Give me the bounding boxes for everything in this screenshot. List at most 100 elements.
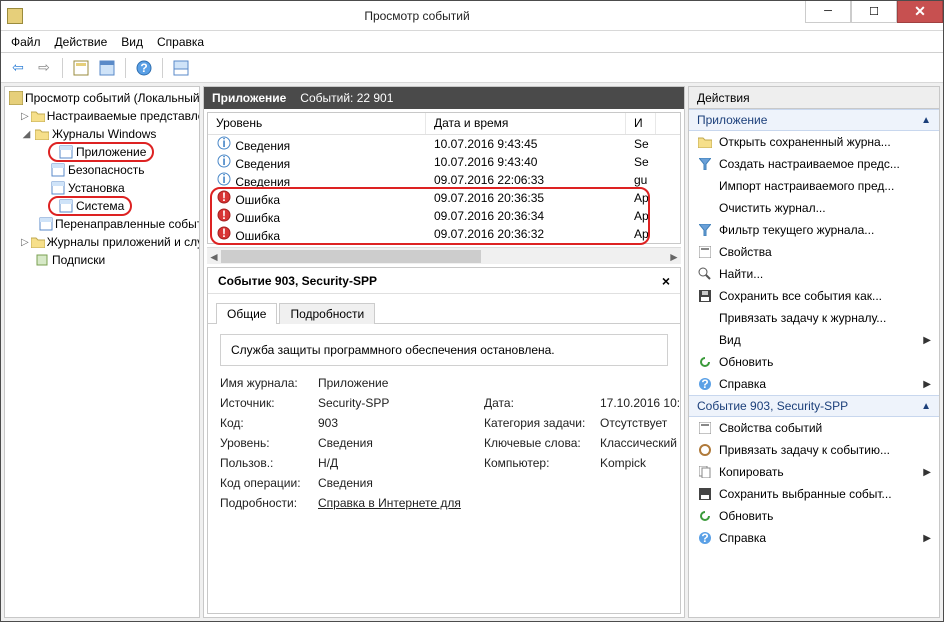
- table-row[interactable]: i Сведения10.07.2016 9:43:40Se: [208, 153, 680, 171]
- action-event-attach[interactable]: Привязать задачу к событию...: [689, 439, 939, 461]
- action-copy[interactable]: Копировать▶: [689, 461, 939, 483]
- svg-text:!: !: [222, 226, 226, 240]
- action-refresh[interactable]: Обновить: [689, 351, 939, 373]
- forward-button[interactable]: ⇨: [33, 57, 55, 79]
- action-filter[interactable]: Фильтр текущего журнала...: [689, 219, 939, 241]
- tree-setup[interactable]: Установка: [5, 179, 199, 197]
- collapse-icon[interactable]: ◢: [21, 129, 32, 140]
- folder-open-icon: [697, 134, 713, 150]
- events-section: Приложение: [212, 91, 286, 105]
- events-list[interactable]: Уровень Дата и время И i Сведения10.07.2…: [207, 112, 681, 244]
- v-source: Security-SPP: [318, 396, 478, 410]
- menu-view[interactable]: Вид: [121, 35, 143, 49]
- action-properties[interactable]: Свойства: [689, 241, 939, 263]
- actions-header: Действия: [689, 87, 939, 109]
- help-button[interactable]: ?: [133, 57, 155, 79]
- tree-forwarded[interactable]: Перенаправленные события: [5, 215, 199, 233]
- horizontal-scrollbar[interactable]: ◄ ►: [207, 247, 681, 264]
- folder-icon: [31, 234, 45, 250]
- separator: [125, 58, 126, 78]
- tab-general[interactable]: Общие: [216, 303, 277, 324]
- blank-icon: [697, 332, 713, 348]
- cell-level: Ошибка: [235, 229, 280, 243]
- action-import[interactable]: Импорт настраиваемого пред...: [689, 175, 939, 197]
- separator: [162, 58, 163, 78]
- tree-label: Установка: [68, 181, 125, 195]
- action-help[interactable]: ?Справка▶: [689, 373, 939, 395]
- actions-section-app[interactable]: Приложение▲: [689, 109, 939, 131]
- show-tree-button[interactable]: [70, 57, 92, 79]
- window-buttons: ─ ☐ ✕: [805, 1, 943, 23]
- window-title: Просмотр событий: [29, 9, 805, 23]
- minimize-button[interactable]: ─: [805, 1, 851, 23]
- cell-date: 09.07.2016 22:06:33: [426, 173, 626, 187]
- table-row[interactable]: i Сведения09.07.2016 22:06:33gu: [208, 171, 680, 189]
- action-event-props[interactable]: Свойства событий: [689, 417, 939, 439]
- help-link[interactable]: Справка в Интернете для: [318, 496, 680, 510]
- action-find[interactable]: Найти...: [689, 263, 939, 285]
- tree-windows-logs[interactable]: ◢ Журналы Windows: [5, 125, 199, 143]
- table-row[interactable]: ! Ошибка09.07.2016 20:36:34Ap: [208, 207, 680, 225]
- highlight-ring: Система: [48, 196, 132, 216]
- scroll-right-icon[interactable]: ►: [667, 248, 681, 265]
- close-button[interactable]: ✕: [897, 1, 943, 23]
- col-level[interactable]: Уровень: [208, 113, 426, 134]
- funnel-icon: [697, 156, 713, 172]
- tree-system[interactable]: Система: [5, 197, 199, 215]
- v-code: 903: [318, 416, 478, 430]
- events-pane: Приложение Событий: 22 901 Уровень Дата …: [203, 86, 685, 618]
- k-source: Источник:: [220, 396, 312, 410]
- action-help2[interactable]: ?Справка▶: [689, 527, 939, 549]
- k-code: Код:: [220, 416, 312, 430]
- menu-help[interactable]: Справка: [157, 35, 204, 49]
- tab-details[interactable]: Подробности: [279, 303, 375, 324]
- col-source[interactable]: И: [626, 113, 656, 134]
- table-row[interactable]: ! Ошибка09.07.2016 20:36:35Ap: [208, 189, 680, 207]
- back-button[interactable]: ⇦: [7, 57, 29, 79]
- svg-text:?: ?: [140, 61, 147, 75]
- preview-button[interactable]: [170, 57, 192, 79]
- actions-section-event[interactable]: Событие 903, Security-SPP▲: [689, 395, 939, 417]
- tree-subscriptions[interactable]: Подписки: [5, 251, 199, 269]
- scroll-thumb[interactable]: [221, 250, 481, 263]
- scroll-left-icon[interactable]: ◄: [207, 248, 221, 265]
- list-body: i Сведения10.07.2016 9:43:45Sei Сведения…: [208, 135, 680, 243]
- titlebar: Просмотр событий ─ ☐ ✕: [1, 1, 943, 31]
- action-create-view[interactable]: Создать настраиваемое предс...: [689, 153, 939, 175]
- action-clear[interactable]: Очистить журнал...: [689, 197, 939, 219]
- tree-root[interactable]: Просмотр событий (Локальный: [5, 89, 199, 107]
- chevron-up-icon: ▲: [921, 401, 931, 412]
- action-save-selected[interactable]: Сохранить выбранные событ...: [689, 483, 939, 505]
- info-icon: i: [216, 153, 232, 169]
- tree[interactable]: Просмотр событий (Локальный ▷Настраиваем…: [5, 87, 199, 617]
- action-view[interactable]: Вид▶: [689, 329, 939, 351]
- action-refresh2[interactable]: Обновить: [689, 505, 939, 527]
- funnel-icon: [697, 222, 713, 238]
- action-save-all[interactable]: Сохранить все события как...: [689, 285, 939, 307]
- tree-application[interactable]: Приложение: [5, 143, 199, 161]
- menu-file[interactable]: Файл: [11, 35, 41, 49]
- tree-custom-views[interactable]: ▷Настраиваемые представления: [5, 107, 199, 125]
- tree-security[interactable]: Безопасность: [5, 161, 199, 179]
- tree-app-services-logs[interactable]: ▷Журналы приложений и служб: [5, 233, 199, 251]
- table-row[interactable]: ! Ошибка09.07.2016 20:36:32Ap: [208, 225, 680, 243]
- action-open[interactable]: Открыть сохраненный журна...: [689, 131, 939, 153]
- action-attach-task[interactable]: Привязать задачу к журналу...: [689, 307, 939, 329]
- log-icon: [58, 198, 74, 214]
- blank-icon: [697, 200, 713, 216]
- k-log: Имя журнала:: [220, 376, 312, 390]
- detail-grid: Имя журнала:Приложение Источник:Security…: [220, 376, 668, 510]
- chevron-up-icon: ▲: [921, 115, 931, 126]
- cell-level: Сведения: [235, 175, 290, 189]
- expand-icon[interactable]: ▷: [21, 111, 29, 122]
- maximize-button[interactable]: ☐: [851, 1, 897, 23]
- close-icon[interactable]: ×: [662, 273, 670, 289]
- props-button[interactable]: [96, 57, 118, 79]
- k-date: Дата:: [484, 396, 594, 410]
- log-icon: [50, 162, 66, 178]
- menu-action[interactable]: Действие: [55, 35, 108, 49]
- col-date[interactable]: Дата и время: [426, 113, 626, 134]
- expand-icon[interactable]: ▷: [21, 237, 29, 248]
- table-row[interactable]: i Сведения10.07.2016 9:43:45Se: [208, 135, 680, 153]
- tree-label: Журналы Windows: [52, 127, 156, 141]
